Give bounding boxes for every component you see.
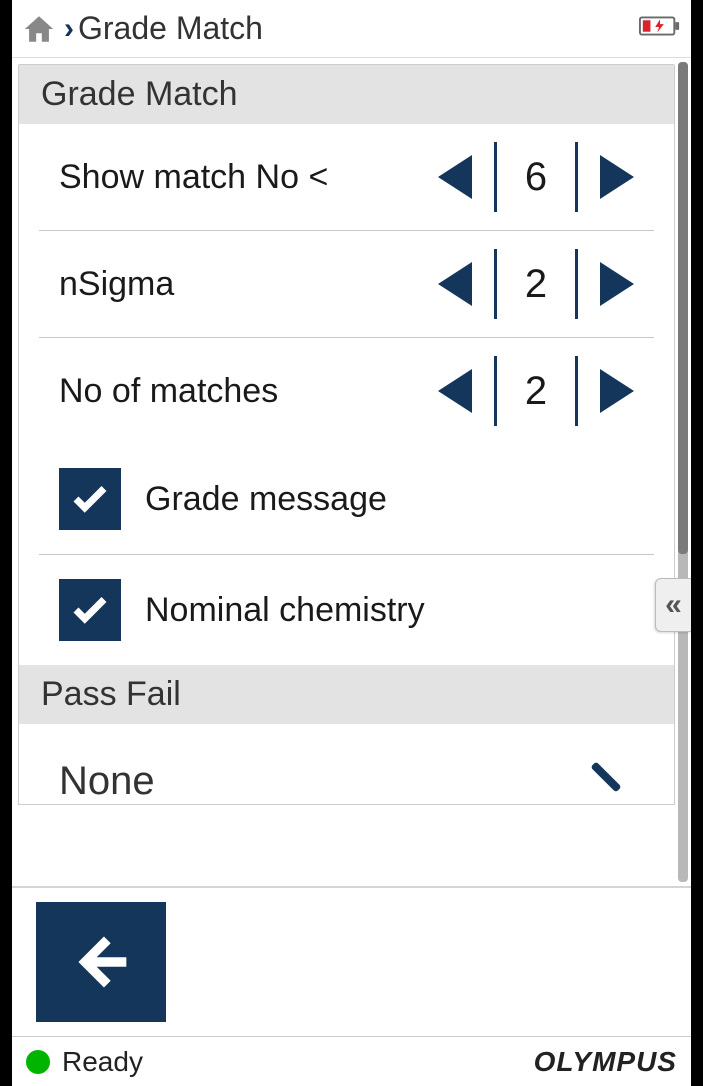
decrement-icon[interactable] [438, 262, 472, 306]
section-header-pass-fail: Pass Fail [19, 665, 674, 724]
settings-scroll-area[interactable]: Grade Match Show match No < 6 nSigma [12, 58, 675, 886]
nominal-chemistry-label: Nominal chemistry [145, 591, 425, 630]
nav-footer [12, 886, 691, 1036]
increment-icon[interactable] [600, 262, 634, 306]
increment-icon[interactable] [600, 369, 634, 413]
brand-logo: OLYMPUS [534, 1046, 677, 1078]
status-bar: Ready OLYMPUS [12, 1036, 691, 1086]
decrement-icon[interactable] [438, 155, 472, 199]
vertical-scrollbar[interactable] [675, 58, 691, 886]
row-no-of-matches: No of matches 2 [39, 338, 654, 444]
no-of-matches-value: 2 [519, 369, 553, 414]
row-nsigma: nSigma 2 [39, 231, 654, 338]
increment-icon[interactable] [600, 155, 634, 199]
row-nominal-chemistry: Nominal chemistry [39, 555, 654, 665]
home-icon[interactable] [22, 12, 56, 46]
nominal-chemistry-checkbox[interactable] [59, 579, 121, 641]
row-pass-fail-selector[interactable]: None [19, 724, 674, 804]
nsigma-stepper: 2 [438, 249, 634, 319]
section-header-grade-match: Grade Match [19, 65, 674, 124]
status-text: Ready [62, 1046, 522, 1078]
show-match-stepper: 6 [438, 142, 634, 212]
show-match-label: Show match No < [59, 158, 438, 197]
decrement-icon[interactable] [438, 369, 472, 413]
no-of-matches-label: No of matches [59, 372, 438, 411]
status-indicator-icon [26, 1050, 50, 1074]
side-drawer-handle[interactable]: « [655, 578, 691, 632]
pass-fail-value: None [59, 759, 155, 804]
show-match-value: 6 [519, 155, 553, 200]
no-of-matches-stepper: 2 [438, 356, 634, 426]
nsigma-value: 2 [519, 262, 553, 307]
chevron-down-icon [588, 763, 624, 799]
chevron-right-icon: › [64, 12, 74, 46]
grade-message-checkbox[interactable] [59, 468, 121, 530]
breadcrumb-bar: › Grade Match [12, 0, 691, 58]
back-button[interactable] [36, 902, 166, 1022]
nsigma-label: nSigma [59, 265, 438, 304]
row-show-match-no: Show match No < 6 [39, 124, 654, 231]
page-title: Grade Match [78, 10, 263, 47]
grade-message-label: Grade message [145, 480, 387, 519]
row-grade-message: Grade message [39, 444, 654, 555]
battery-low-icon [639, 14, 681, 43]
